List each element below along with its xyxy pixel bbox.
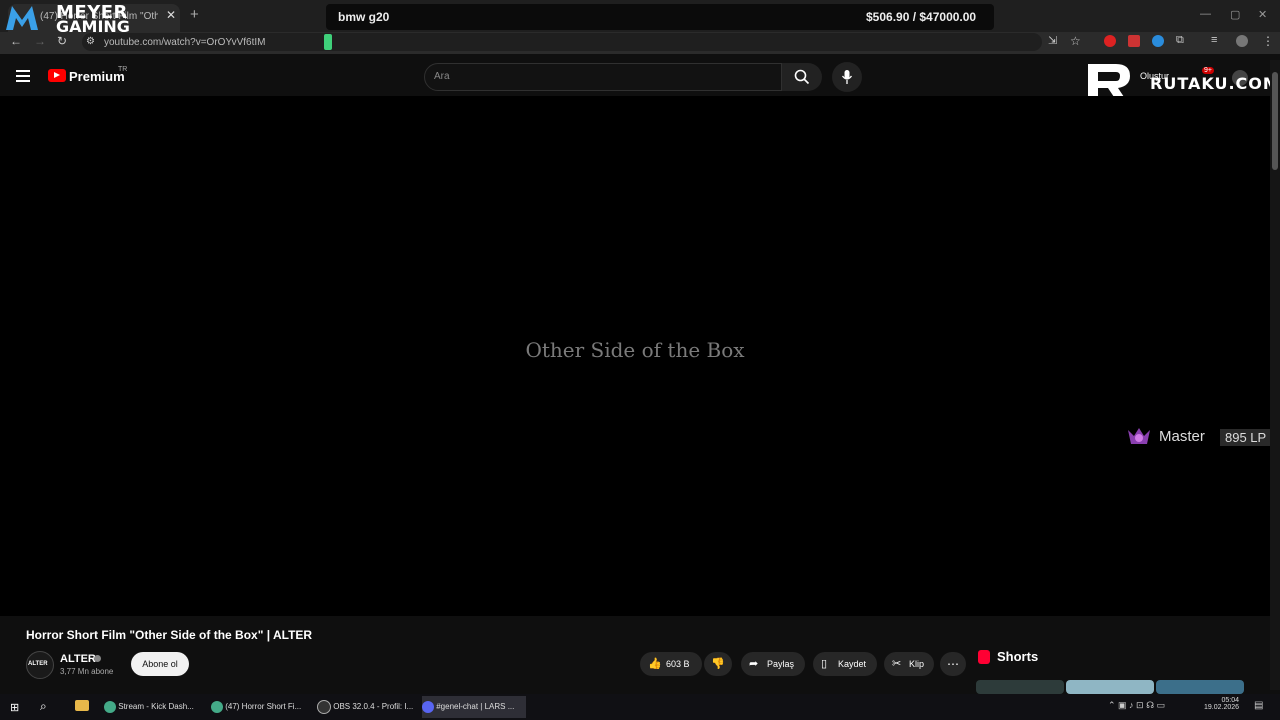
window-close-icon[interactable]: ✕: [1258, 8, 1267, 21]
rank-name: Master: [1159, 428, 1205, 445]
video-overlay-text: Other Side of the Box: [525, 338, 745, 362]
shorts-thumbnail[interactable]: [976, 680, 1064, 694]
more-actions-icon[interactable]: ⋯: [940, 652, 966, 676]
shorts-heading: Shorts: [997, 649, 1039, 664]
youtube-brand[interactable]: Premium: [69, 69, 125, 84]
back-icon[interactable]: ←: [10, 34, 22, 48]
search-button[interactable]: [782, 63, 822, 91]
taskbar-item[interactable]: OBS 32.0.4 - Profil: I...: [317, 696, 415, 718]
reading-list-icon[interactable]: ≡: [1211, 34, 1217, 46]
taskbar-item-label: (47) Horror Short Fi...: [225, 702, 302, 711]
video-title: Horror Short Film "Other Side of the Box…: [26, 628, 313, 642]
youtube-play-icon: [54, 72, 60, 78]
search-placeholder: Ara: [434, 71, 450, 82]
verified-icon: [94, 655, 101, 662]
save-button[interactable]: ▯ Kaydet: [813, 652, 877, 676]
windows-start-icon[interactable]: ⊞: [10, 701, 19, 714]
clip-button[interactable]: ✂ Klip: [884, 652, 934, 676]
ticker-left-text: bmw g20: [338, 10, 390, 24]
close-tab-icon[interactable]: ✕: [166, 8, 176, 22]
taskbar-item-active[interactable]: #genel-chat | LARS ...: [422, 696, 526, 718]
save-label: Kaydet: [838, 659, 867, 669]
clock-date: 19.02.2026: [1204, 704, 1240, 711]
minimize-icon[interactable]: —: [1200, 8, 1211, 20]
taskbar-item[interactable]: Stream - Kick Dash...: [104, 696, 202, 718]
plus-icon[interactable]: +: [190, 6, 199, 23]
scrollbar-thumb[interactable]: [1272, 72, 1278, 170]
dislike-button[interactable]: 👎: [704, 652, 732, 676]
extensions-puzzle-icon[interactable]: ⧉: [1176, 34, 1184, 47]
extension-icon[interactable]: [1104, 35, 1116, 47]
site-info-icon[interactable]: ⚙: [86, 36, 95, 47]
ticker-right-text: $506.90 / $47000.00: [866, 10, 977, 24]
file-explorer-icon[interactable]: [75, 700, 89, 711]
notification-count[interactable]: 9+: [1202, 67, 1214, 74]
clip-label: Klip: [909, 659, 925, 669]
url-text[interactable]: youtube.com/watch?v=OrOYvVf6tIM: [104, 37, 265, 48]
chrome-icon: [211, 700, 223, 713]
extension-icon[interactable]: [1128, 35, 1140, 47]
site-logo-text: RUTAKU.COM: [1150, 74, 1280, 93]
shorts-icon: [978, 650, 990, 664]
search-icon: [794, 69, 810, 85]
subscribe-button[interactable]: Abone ol: [131, 652, 189, 676]
meyer-gaming-logo: [6, 6, 38, 30]
chrome-icon: [104, 700, 116, 713]
reload-icon[interactable]: ↻: [57, 34, 67, 48]
channel-name[interactable]: ALTER: [60, 653, 96, 665]
discord-icon: [422, 700, 434, 713]
ticker-marker: [324, 34, 332, 50]
taskbar-item[interactable]: (47) Horror Short Fi...: [211, 696, 309, 718]
rank-emblem-icon: [1128, 428, 1150, 444]
scissors-icon: ✂: [892, 658, 902, 670]
share-label: Paylaş: [767, 659, 795, 669]
bookmark-star-icon[interactable]: ☆: [1070, 34, 1081, 48]
voice-search-button[interactable]: [832, 62, 862, 92]
like-count: 603 B: [666, 659, 690, 669]
system-clock[interactable]: 05:04 19.02.2026: [1204, 697, 1239, 711]
search-icon[interactable]: ⌕: [40, 699, 47, 714]
shorts-thumbnail[interactable]: [1066, 680, 1154, 694]
share-icon: ➦: [749, 658, 759, 670]
search-input[interactable]: [424, 63, 782, 91]
share-button[interactable]: ➦ Paylaş: [741, 652, 805, 676]
notification-center-icon[interactable]: ▤: [1254, 700, 1263, 711]
shorts-thumbnail[interactable]: [1156, 680, 1244, 694]
clock-time: 05:04: [1221, 697, 1240, 704]
forward-icon[interactable]: →: [34, 34, 46, 48]
obs-icon: [317, 699, 331, 714]
menu-icon[interactable]: [16, 70, 30, 82]
bookmark-icon: ▯: [821, 658, 828, 670]
maximize-icon[interactable]: ▢: [1230, 8, 1240, 21]
system-tray-icons[interactable]: ⌃ ▣ ♪ ⊡ ☊ ▭: [1108, 700, 1165, 711]
taskbar-item-label: OBS 32.0.4 - Profil: I...: [333, 702, 414, 711]
taskbar-item-label: #genel-chat | LARS ...: [436, 702, 515, 711]
subscriber-count: 3,77 Mn abone: [60, 667, 114, 676]
microphone-icon: [841, 70, 853, 84]
extension-icon[interactable]: [1152, 35, 1164, 47]
like-button[interactable]: 👍 603 B: [640, 652, 702, 676]
taskbar-item-label: Stream - Kick Dash...: [118, 702, 194, 711]
channel-avatar-text: ALTER: [28, 661, 48, 667]
profile-avatar-icon[interactable]: [1236, 35, 1248, 47]
thumbs-down-icon: 👎: [711, 658, 725, 670]
region-code: TR: [118, 66, 128, 73]
install-icon[interactable]: ⇲: [1048, 34, 1057, 47]
browser-menu-icon[interactable]: ⋮: [1262, 34, 1274, 48]
rank-lp: 895 LP: [1220, 429, 1272, 446]
thumbs-up-icon: 👍: [648, 658, 662, 670]
